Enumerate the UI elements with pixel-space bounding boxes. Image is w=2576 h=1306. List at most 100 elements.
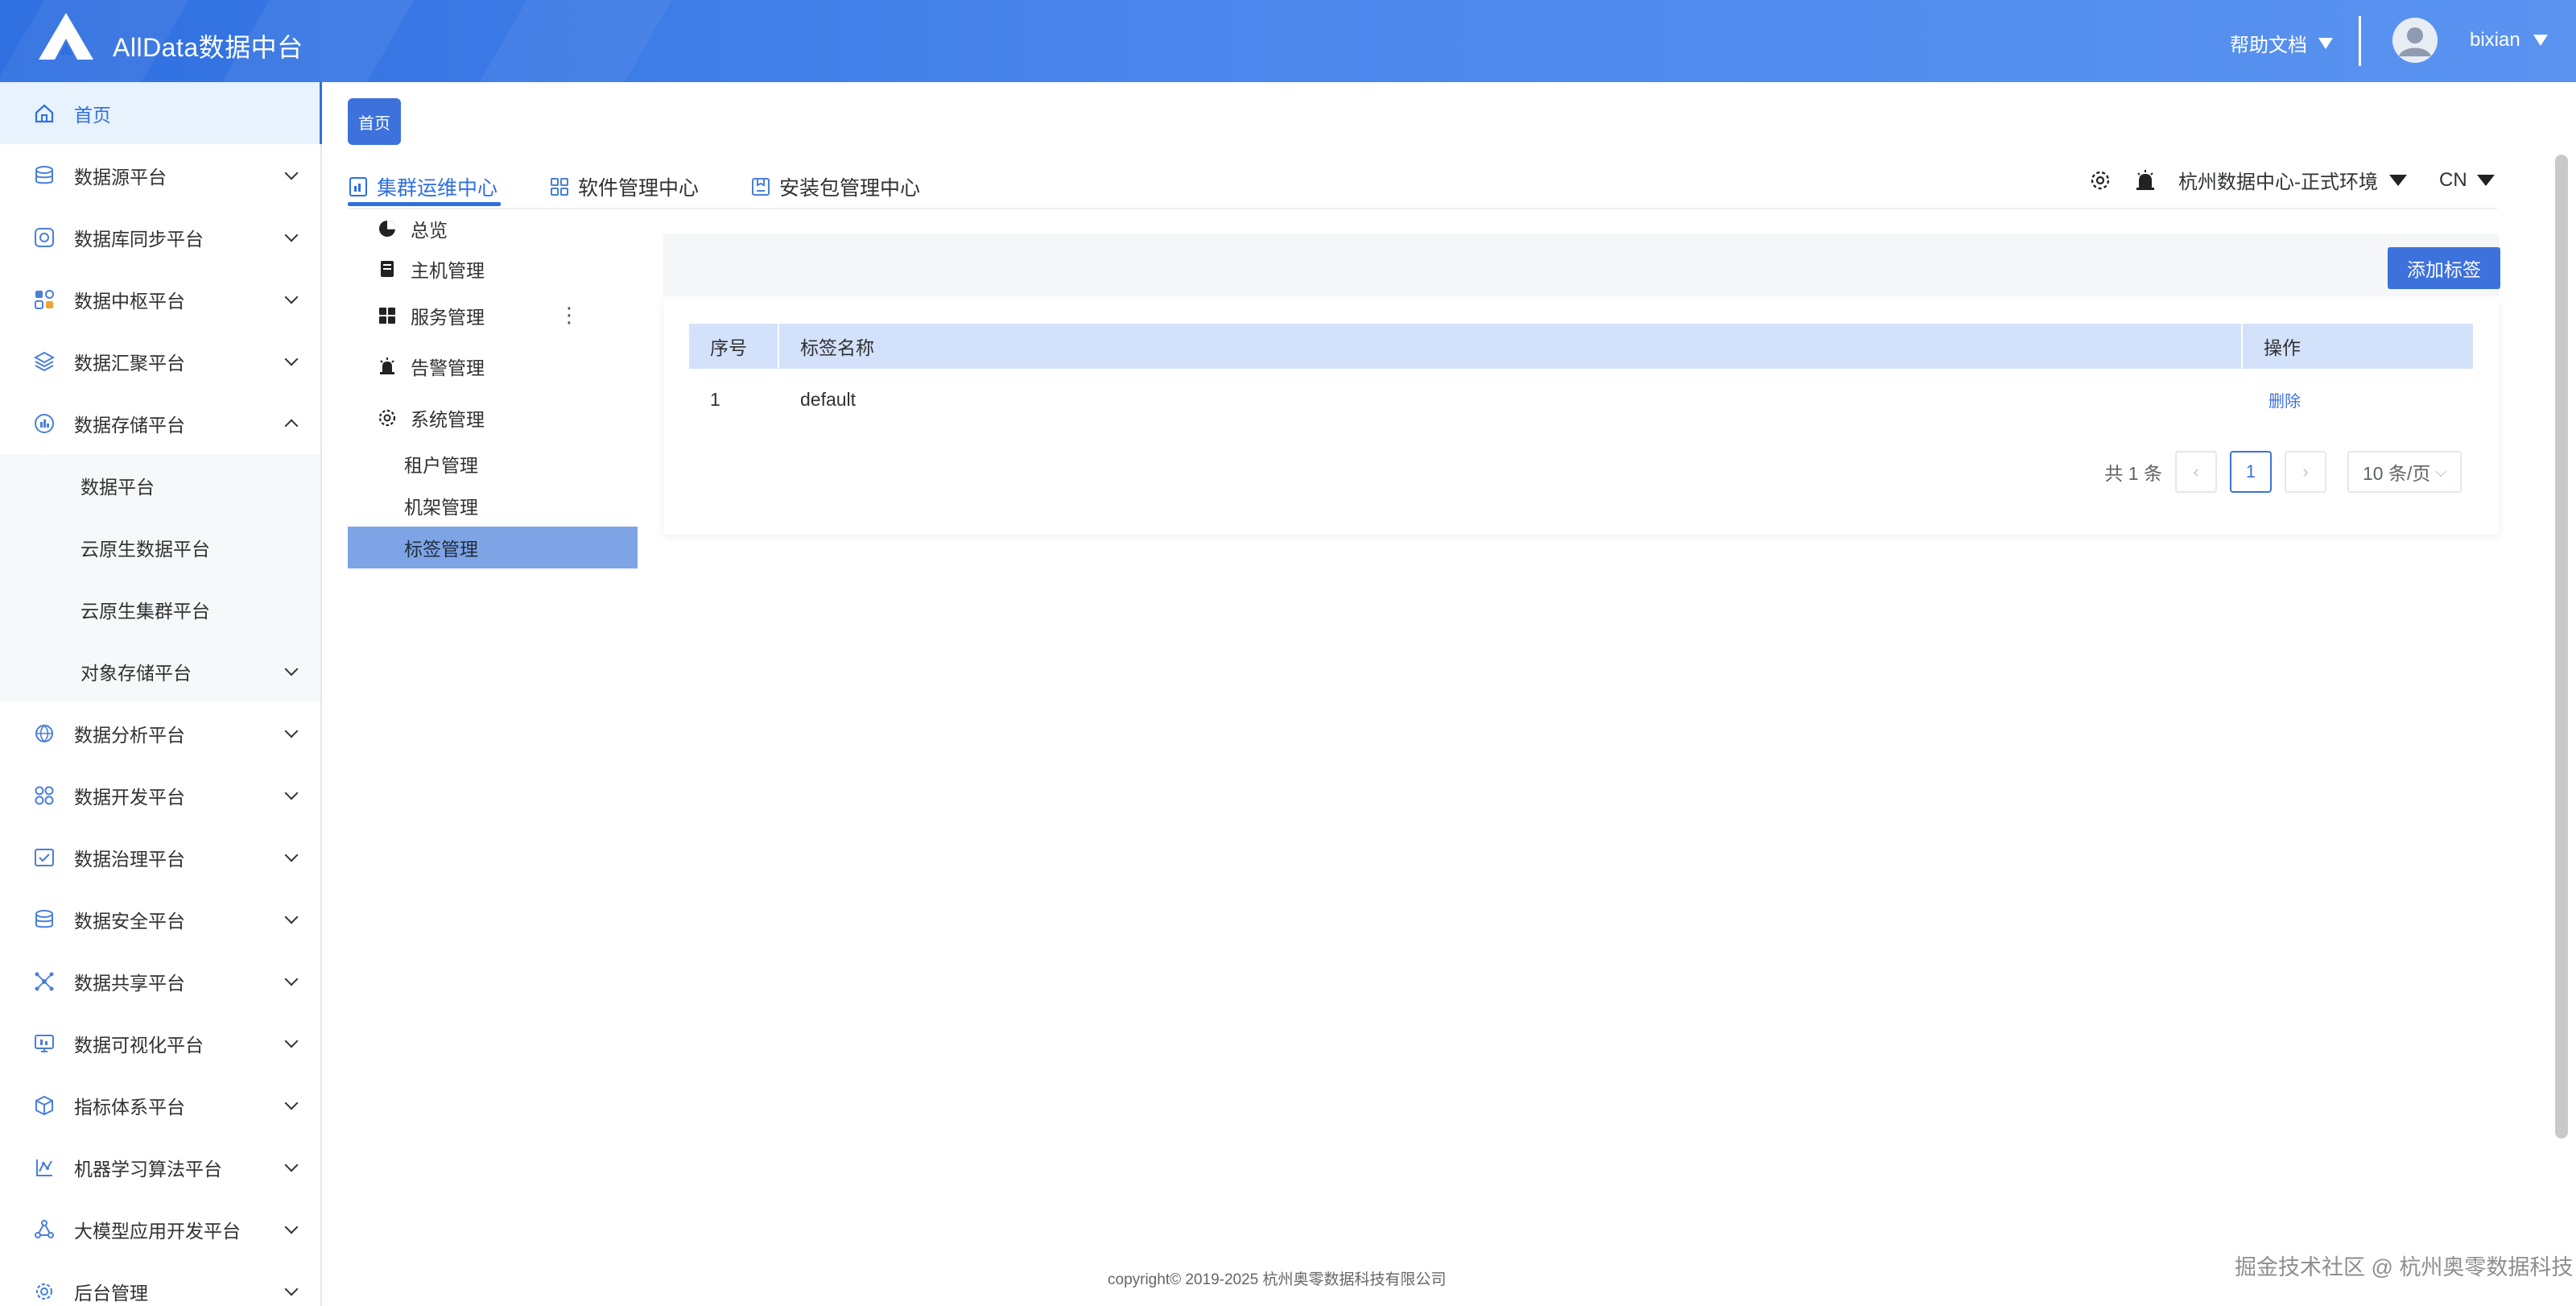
submenu-item-service[interactable]: 服务管理 ⋮ xyxy=(348,291,638,340)
prev-page-button[interactable]: ‹ xyxy=(2175,451,2217,493)
llm-icon xyxy=(32,1217,56,1242)
help-docs-label: 帮助文档 xyxy=(2230,35,2307,56)
chevron-down-icon xyxy=(284,1282,299,1296)
security-icon xyxy=(32,907,56,932)
environment-label: 杭州数据中心-正式环境 xyxy=(2178,172,2378,193)
sidebar-item-data-governance[interactable]: 数据治理平台 xyxy=(0,826,320,888)
submenu-item-host[interactable]: 主机管理 xyxy=(348,246,638,291)
sidebar-item-metrics[interactable]: 指标体系平台 xyxy=(0,1074,320,1136)
sidebar-item-llm[interactable]: 大模型应用开发平台 xyxy=(0,1198,320,1260)
storage-submenu: 数据平台 云原生数据平台 云原生集群平台 对象存储平台 xyxy=(0,454,320,702)
logo-icon[interactable] xyxy=(35,11,97,63)
sidebar-item-label: 后台管理 xyxy=(74,1282,148,1304)
language-label: CN xyxy=(2439,168,2467,191)
chevron-down-icon xyxy=(284,1220,299,1234)
submenu-label: 系统管理 xyxy=(411,409,485,430)
sidebar-item-datasource[interactable]: 数据源平台 xyxy=(0,144,320,206)
tag-table-card: 序号 标签名称 操作 1 default 删除 共 1 条 ‹ 1 › 10 条… xyxy=(663,300,2499,535)
sidebar-item-label: 机器学习算法平台 xyxy=(74,1158,222,1180)
governance-icon xyxy=(32,845,56,870)
help-docs-dropdown[interactable]: 帮助文档 xyxy=(2230,29,2333,57)
sidebar-subitem-label: 对象存储平台 xyxy=(80,662,192,684)
add-tag-button[interactable]: 添加标签 xyxy=(2388,247,2500,289)
tag-home[interactable]: 首页 xyxy=(348,98,401,145)
chevron-down-icon xyxy=(284,786,299,800)
database-icon xyxy=(32,163,56,188)
chevron-down-icon xyxy=(284,1034,299,1048)
sidebar-item-label: 首页 xyxy=(74,104,111,126)
server-icon xyxy=(377,258,398,279)
cluster-submenu: 总览 主机管理 服务管理 ⋮ 告警管理 系统管理 租户管理 机架管理 标签管理 xyxy=(348,211,638,568)
chevron-down-icon xyxy=(284,724,299,738)
pagination: 共 1 条 ‹ 1 › 10 条/页 ⌵ xyxy=(2104,451,2462,493)
sidebar-item-data-visualization[interactable]: 数据可视化平台 xyxy=(0,1012,320,1074)
storage-icon xyxy=(32,411,56,436)
sidebar-item-admin[interactable]: 后台管理 xyxy=(0,1260,320,1306)
sidebar-subitem-data-platform[interactable]: 数据平台 xyxy=(0,454,320,516)
more-vertical-icon[interactable]: ⋮ xyxy=(559,303,580,328)
chevron-down-icon: ⌵ xyxy=(2435,463,2447,480)
environment-select[interactable]: 杭州数据中心-正式环境 xyxy=(2178,166,2407,194)
tab-cluster-ops[interactable]: 集群运维中心 xyxy=(348,158,502,208)
avatar[interactable] xyxy=(2392,18,2438,63)
sidebar-item-data-share[interactable]: 数据共享平台 xyxy=(0,950,320,1012)
submenu-item-overview[interactable]: 总览 xyxy=(348,211,638,246)
user-dropdown[interactable]: bixian xyxy=(2470,29,2548,52)
sidebar-item-data-hub[interactable]: 数据中枢平台 xyxy=(0,268,320,330)
page-number[interactable]: 1 xyxy=(2230,451,2272,493)
sidebar-item-label: 数据治理平台 xyxy=(74,848,185,870)
metrics-icon xyxy=(32,1093,56,1118)
sidebar-item-data-storage[interactable]: 数据存储平台 xyxy=(0,392,320,454)
chevron-down-icon xyxy=(284,1158,299,1172)
tab-label: 集群运维中心 xyxy=(377,177,498,200)
sidebar-subitem-cloud-native-cluster[interactable]: 云原生集群平台 xyxy=(0,578,320,640)
table-header: 序号 标签名称 操作 xyxy=(689,324,2473,369)
sidebar-item-ml[interactable]: 机器学习算法平台 xyxy=(0,1136,320,1198)
next-page-button[interactable]: › xyxy=(2285,451,2326,493)
sidebar: 首页 数据源平台 数据库同步平台 数据中枢平台 数据汇聚平台 数据存储平台 数据… xyxy=(0,82,322,1306)
page-size-select[interactable]: 10 条/页 ⌵ xyxy=(2347,451,2462,493)
scrollbar[interactable] xyxy=(2555,155,2568,1139)
gear-icon[interactable] xyxy=(2088,168,2112,192)
hub-icon xyxy=(32,287,56,312)
tab-software-mgmt[interactable]: 软件管理中心 xyxy=(549,158,699,208)
submenu-sublabel: 机架管理 xyxy=(404,497,478,518)
header-decoration xyxy=(452,0,691,82)
sidebar-item-label: 数据库同步平台 xyxy=(74,228,204,250)
caret-down-icon xyxy=(2476,174,2495,186)
table-row: 1 default 删除 xyxy=(689,369,2473,430)
chevron-down-icon xyxy=(284,662,299,676)
tab-package-mgmt[interactable]: 安装包管理中心 xyxy=(750,158,920,208)
sidebar-item-home[interactable]: 首页 xyxy=(0,82,322,144)
sidebar-item-data-analysis[interactable]: 数据分析平台 xyxy=(0,702,320,764)
gear-icon xyxy=(377,407,398,428)
tag-table: 序号 标签名称 操作 1 default 删除 xyxy=(689,324,2473,430)
pie-chart-icon xyxy=(377,218,398,239)
sidebar-item-label: 数据安全平台 xyxy=(74,910,185,932)
chevron-down-icon xyxy=(284,848,299,862)
sidebar-item-data-security[interactable]: 数据安全平台 xyxy=(0,888,320,950)
sidebar-item-label: 数据开发平台 xyxy=(74,786,185,808)
sidebar-item-db-sync[interactable]: 数据库同步平台 xyxy=(0,206,320,268)
sidebar-subitem-object-storage[interactable]: 对象存储平台 xyxy=(0,640,320,702)
submenu-item-alert[interactable]: 告警管理 xyxy=(348,340,638,393)
sync-icon xyxy=(32,225,56,250)
chevron-down-icon xyxy=(284,290,299,304)
page-size-label: 10 条/页 xyxy=(2362,463,2431,484)
submenu-sublabel: 标签管理 xyxy=(404,539,478,560)
submenu-subitem-tags[interactable]: 标签管理 xyxy=(348,527,638,568)
submenu-subitem-rack[interactable]: 机架管理 xyxy=(348,485,638,527)
delete-link[interactable]: 删除 xyxy=(2264,388,2301,411)
language-select[interactable]: CN xyxy=(2439,169,2495,192)
sidebar-item-data-develop[interactable]: 数据开发平台 xyxy=(0,764,320,826)
user-avatar-icon xyxy=(2392,18,2438,63)
submenu-item-system[interactable]: 系统管理 xyxy=(348,393,638,443)
submenu-subitem-tenant[interactable]: 租户管理 xyxy=(348,443,638,485)
share-icon xyxy=(32,969,56,994)
sidebar-item-data-aggregation[interactable]: 数据汇聚平台 xyxy=(0,330,320,392)
alarm-icon[interactable] xyxy=(2133,168,2157,192)
visualization-icon xyxy=(32,1031,56,1056)
tab-divider xyxy=(348,208,2497,209)
sidebar-subitem-cloud-native-data[interactable]: 云原生数据平台 xyxy=(0,516,320,578)
analysis-icon xyxy=(32,721,56,746)
